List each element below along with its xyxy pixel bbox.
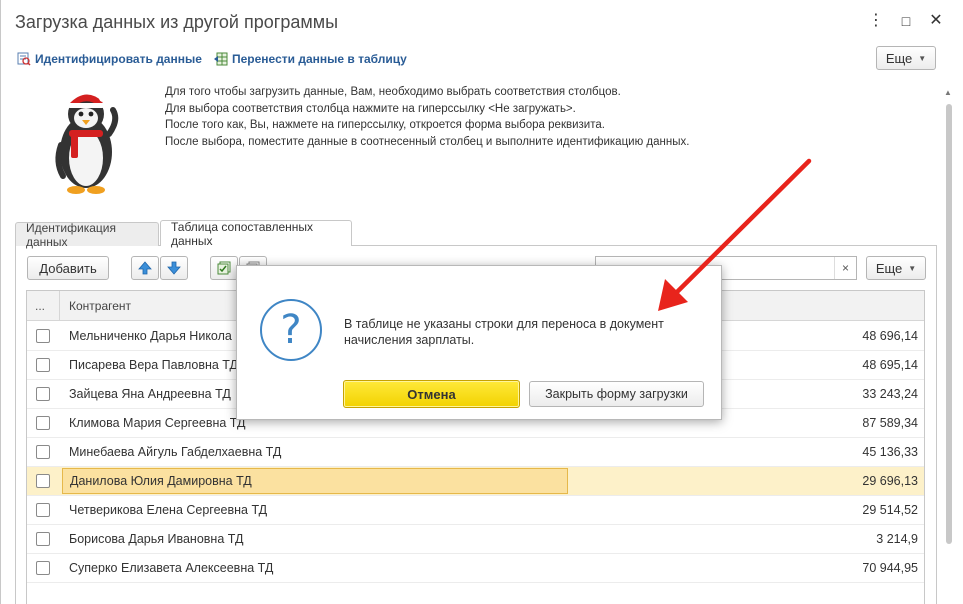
marker-column-header[interactable]: ... <box>35 299 45 313</box>
row-sum: 29 696,13 <box>862 474 918 488</box>
table-row[interactable]: Минебаева Айгуль Габделхаевна ТД 45 136,… <box>27 438 924 467</box>
tab-mapped-data[interactable]: Таблица сопоставленных данных <box>160 219 352 248</box>
identify-data-label: Идентифицировать данные <box>35 52 202 66</box>
info-text: Для того чтобы загрузить данные, Вам, не… <box>165 84 689 150</box>
scrollbar-thumb[interactable] <box>946 104 952 544</box>
close-icon[interactable]: ✕ <box>927 12 945 30</box>
command-bar: Идентифицировать данные Перенести данные… <box>1 46 963 74</box>
row-name: Писарева Вера Павловна ТД <box>69 358 238 372</box>
move-down-button[interactable] <box>160 256 188 280</box>
more-label-table: Еще <box>875 260 903 276</box>
row-sum: 29 514,52 <box>862 503 918 517</box>
row-checkbox[interactable] <box>36 474 50 488</box>
add-button[interactable]: Добавить <box>27 256 109 280</box>
transfer-data-label: Перенести данные в таблицу <box>232 52 407 66</box>
row-checkbox[interactable] <box>36 503 50 517</box>
warning-dialog: ? В таблице не указаны строки для перено… <box>236 265 722 420</box>
caret-down-icon: ▼ <box>918 53 927 63</box>
row-sum: 48 696,14 <box>862 329 918 343</box>
column-divider <box>59 291 60 321</box>
penguin-mascot-image <box>55 94 119 194</box>
check-all-button[interactable] <box>210 256 238 280</box>
arrow-down-icon <box>167 261 181 275</box>
row-sum: 87 589,34 <box>862 416 918 430</box>
more-button-table[interactable]: Еще ▼ <box>866 256 926 280</box>
row-name: Мельниченко Дарья Никола <box>69 329 232 343</box>
clear-search-icon[interactable]: × <box>834 257 856 279</box>
close-load-form-button[interactable]: Закрыть форму загрузки <box>529 381 704 407</box>
row-sum: 3 214,9 <box>876 532 918 546</box>
identify-data-command[interactable]: Идентифицировать данные <box>17 52 202 66</box>
row-checkbox[interactable] <box>36 358 50 372</box>
scroll-up-icon[interactable]: ▲ <box>944 88 952 97</box>
counterparty-column-header[interactable]: Контрагент <box>69 299 131 313</box>
identify-icon <box>17 52 31 66</box>
row-sum: 70 944,95 <box>862 561 918 575</box>
table-row[interactable]: Борисова Дарья Ивановна ТД 3 214,9 <box>27 525 924 554</box>
row-name: Борисова Дарья Ивановна ТД <box>69 532 244 546</box>
selected-cell[interactable]: Данилова Юлия Дамировна ТД <box>62 468 568 494</box>
cancel-button[interactable]: Отмена <box>343 380 520 408</box>
row-name: Четверикова Елена Сергеевна ТД <box>69 503 268 517</box>
load-data-window: Загрузка данных из другой программы ⋮ □ … <box>0 0 963 604</box>
tab-identification-label: Идентификация данных <box>26 220 116 249</box>
row-checkbox[interactable] <box>36 532 50 546</box>
window-menu-icon[interactable]: ⋮ <box>867 12 885 30</box>
info-line: Для того чтобы загрузить данные, Вам, не… <box>165 86 621 98</box>
tab-mapped-data-label: Таблица сопоставленных данных <box>171 219 314 248</box>
row-name: Климова Мария Сергеевна ТД <box>69 416 246 430</box>
row-checkbox[interactable] <box>36 445 50 459</box>
row-sum: 48 695,14 <box>862 358 918 372</box>
more-label-top: Еще <box>885 50 913 66</box>
table-row-selected[interactable]: Данилова Юлия Дамировна ТД 29 696,13 <box>27 467 924 496</box>
table-transfer-icon <box>214 52 228 66</box>
check-all-icon <box>217 261 231 275</box>
row-checkbox[interactable] <box>36 387 50 401</box>
cancel-button-label: Отмена <box>407 386 456 402</box>
row-sum: 33 243,24 <box>862 387 918 401</box>
row-checkbox[interactable] <box>36 329 50 343</box>
question-icon: ? <box>260 299 322 361</box>
row-name: Данилова Юлия Дамировна ТД <box>70 474 252 488</box>
tab-identification[interactable]: Идентификация данных <box>15 220 159 249</box>
info-line: После выбора, поместите данные в соотнес… <box>165 135 690 148</box>
info-line: После того как, Вы, нажмете на гиперссыл… <box>165 119 605 131</box>
info-line: Для выбора соответствия столбца нажмите … <box>165 102 576 115</box>
row-checkbox[interactable] <box>36 561 50 575</box>
dialog-message: В таблице не указаны строки для переноса… <box>344 317 664 347</box>
row-sum: 45 136,33 <box>862 445 918 459</box>
row-name: Суперко Елизавета Алексеевна ТД <box>69 561 274 575</box>
transfer-data-command[interactable]: Перенести данные в таблицу <box>214 52 407 66</box>
move-up-button[interactable] <box>131 256 159 280</box>
title-bar: Загрузка данных из другой программы ⋮ □ … <box>1 0 963 44</box>
caret-down-icon: ▼ <box>908 263 917 273</box>
table-row[interactable]: Четверикова Елена Сергеевна ТД 29 514,52 <box>27 496 924 525</box>
window-title: Загрузка данных из другой программы <box>15 12 339 32</box>
table-row[interactable]: Суперко Елизавета Алексеевна ТД 70 944,9… <box>27 554 924 583</box>
row-checkbox[interactable] <box>36 416 50 430</box>
close-load-form-label: Закрыть форму загрузки <box>545 387 688 401</box>
add-button-label: Добавить <box>39 260 97 276</box>
arrow-up-icon <box>138 261 152 275</box>
row-name: Минебаева Айгуль Габделхаевна ТД <box>69 445 282 459</box>
more-button-top[interactable]: Еще ▼ <box>876 46 936 70</box>
row-name: Зайцева Яна Андреевна ТД <box>69 387 231 401</box>
maximize-icon[interactable]: □ <box>897 12 915 30</box>
